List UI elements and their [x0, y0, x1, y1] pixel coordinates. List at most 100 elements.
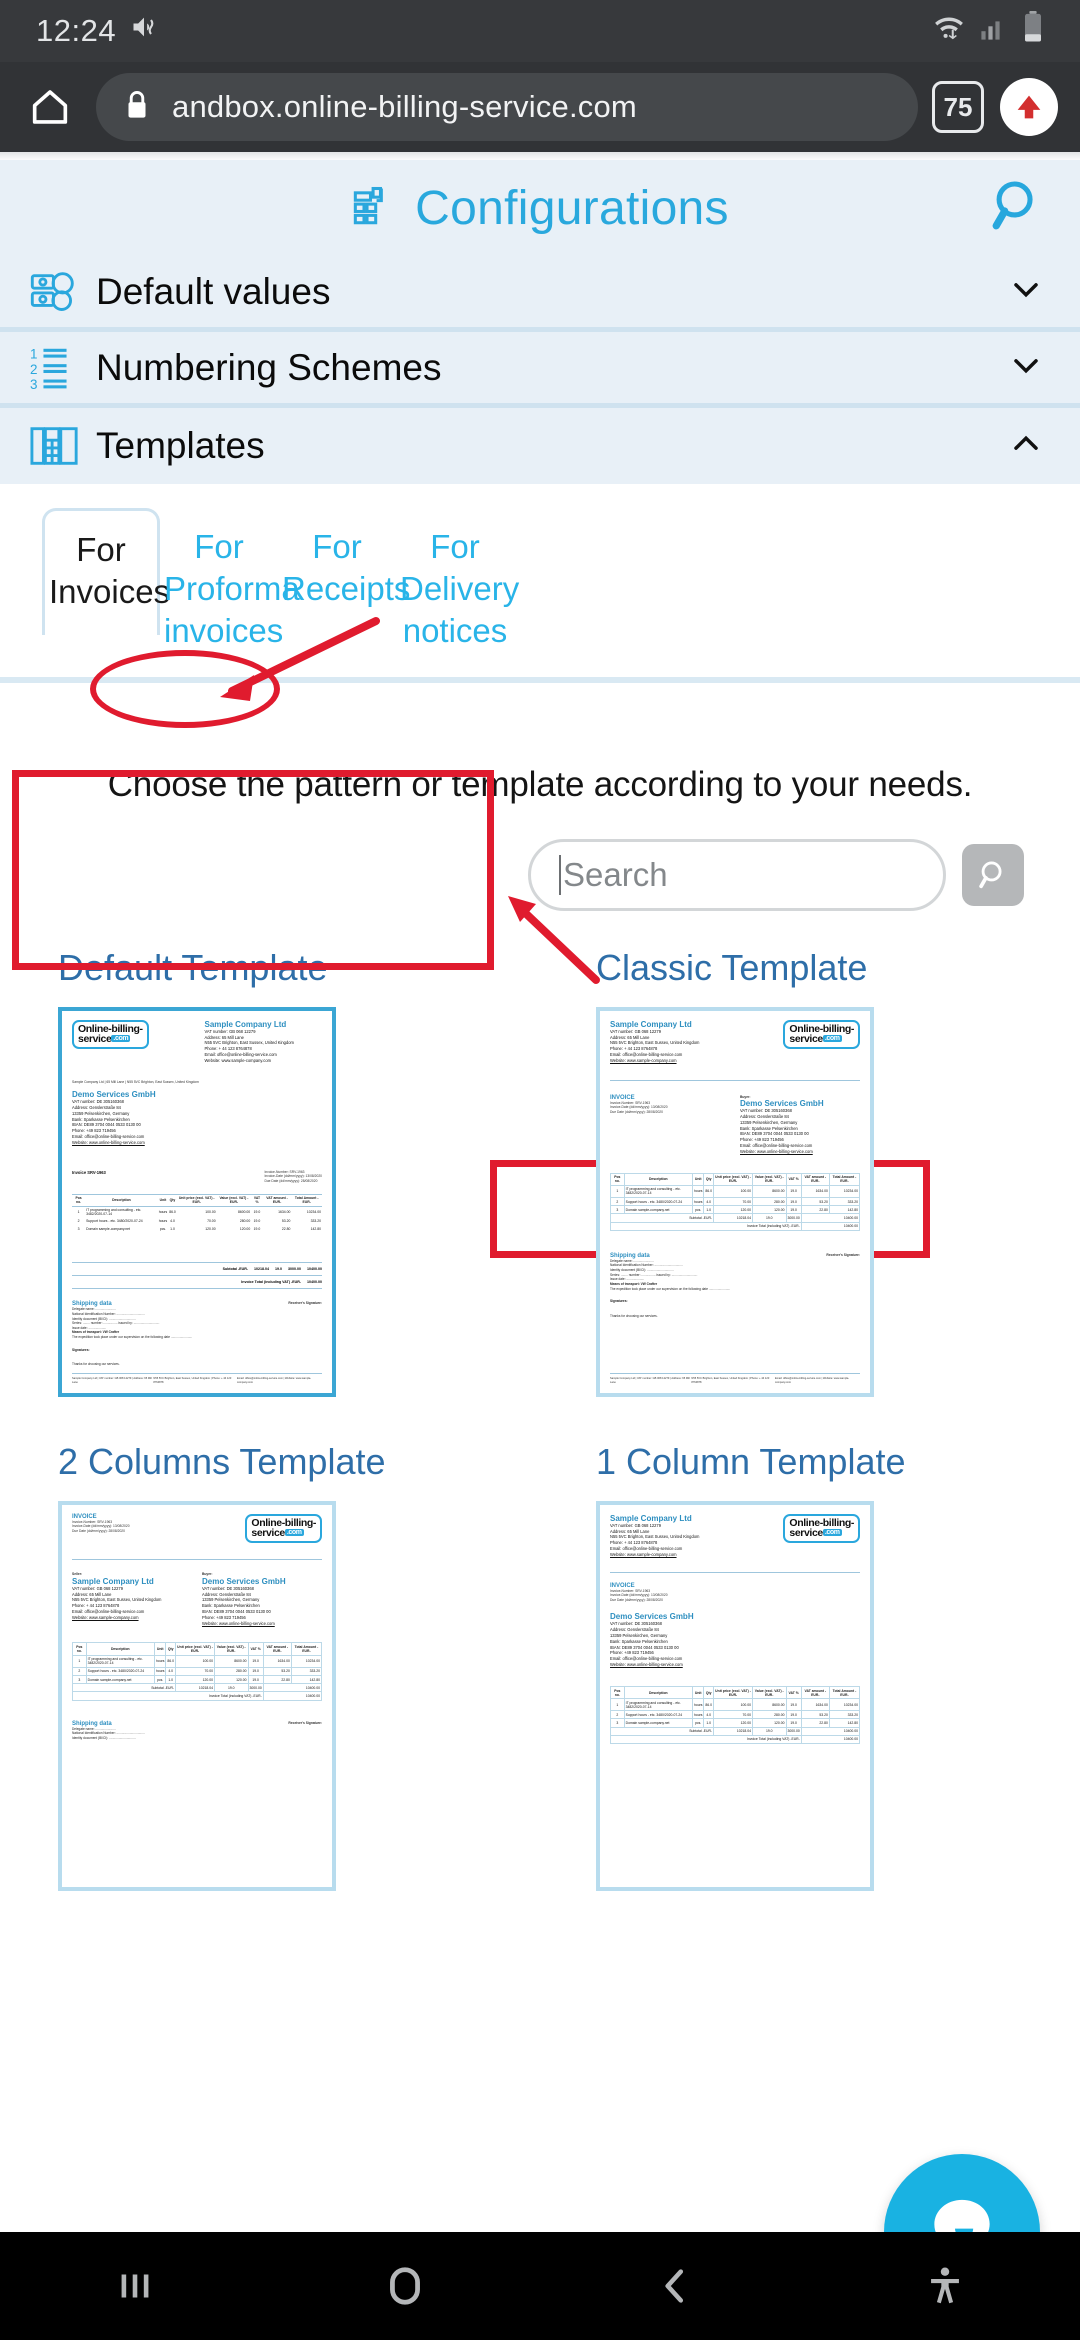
search-input[interactable]: Search — [528, 838, 946, 911]
template-thumbnail[interactable]: Online-billing- service .com Sample Compa… — [58, 1006, 336, 1397]
templates-grid-icon — [24, 422, 86, 470]
col-total: Total Amount -EUR- — [291, 1193, 322, 1207]
tab-counter-button[interactable]: 75 — [932, 81, 984, 133]
search-icon[interactable] — [988, 177, 1046, 240]
invoice-date: 13/08/2020 — [113, 1524, 130, 1529]
cell-vat: 19.0 — [247, 1654, 264, 1668]
col-description: Description — [85, 1642, 155, 1656]
subtotal-value: 10218.04 — [254, 1267, 269, 1272]
accessibility-button[interactable] — [810, 2264, 1080, 2308]
logo-dotcom: .com — [822, 1035, 842, 1043]
invoice-number: SRV-1963 — [635, 1588, 651, 1593]
subtotal-total: 10400.00 — [800, 1213, 861, 1223]
recents-button[interactable] — [0, 2263, 270, 2309]
chevron-down-icon[interactable] — [1006, 345, 1046, 390]
logo-word: service — [251, 1527, 285, 1540]
cell-vat: 19.0 — [785, 1197, 802, 1207]
tab-for-proforma-invoices[interactable]: For Proforma invoices — [160, 508, 300, 675]
sidebar-item-templates[interactable]: Templates — [0, 408, 1080, 484]
col-value: Value (excl. VAT) -EUR- — [752, 1172, 787, 1186]
cell-price: 120.00 — [713, 1205, 753, 1215]
table-row: 1 IT programming and consulting - etc. 3… — [72, 1206, 322, 1218]
buyer-website: Website: www.online-billing-service.com — [740, 1148, 813, 1154]
cell-vat-amt: 22.80 — [262, 1674, 292, 1685]
shipping-line: Identity document (BI/CI): .............… — [72, 1735, 136, 1740]
profile-upload-button[interactable] — [1000, 78, 1058, 136]
col-unit-price: Unit price (excl. VAT) -EUR- — [713, 1685, 753, 1700]
search-submit-button[interactable] — [962, 843, 1024, 906]
cell-price: 100.00 — [713, 1698, 753, 1712]
cell-value: 8600.00 — [214, 1654, 249, 1668]
subtotal-label: Subtotal -EUR- — [609, 1726, 715, 1736]
table-row: 2 Support hours - etc. 3480/2020-07-24 h… — [610, 1197, 861, 1207]
seller-name: Sample Company Ltd — [610, 1513, 692, 1523]
footer-left: Sample Company Ltd | VAT number: GB 068 … — [610, 1377, 690, 1385]
cell-qty: 1.0 — [703, 1718, 715, 1728]
template-title: 1 Column Template — [596, 1440, 906, 1482]
tabs-underline — [0, 676, 1080, 683]
tab-line-1: For — [76, 531, 126, 568]
col-unit: Unit — [157, 1193, 169, 1207]
col-value: Value (excl. VAT) -EUR- — [214, 1642, 249, 1656]
sidebar-item-numbering-schemes[interactable]: 1 2 3 Numbering Schemes — [0, 332, 1080, 408]
receiver-signature: Receiver's Signature: — [826, 1252, 860, 1257]
grand-total-value: 10400.00 — [800, 1221, 861, 1231]
buyer-website: Website: www.online-billing-service.com — [202, 1620, 275, 1626]
seller-website: Website: www.sample-company.com — [72, 1614, 139, 1620]
grand-total-row: Invoice Total (including VAT) -EUR- 1040… — [72, 1691, 323, 1701]
col-vat-amount: VAT amount -EUR- — [262, 1193, 292, 1207]
cell-price: 120.00 — [713, 1718, 753, 1728]
grand-total-row: Invoice Total (including VAT) -EUR- 1040… — [610, 1734, 861, 1745]
cell-vat: 19.0 — [785, 1184, 802, 1199]
cell-value: 280.00 — [214, 1666, 249, 1676]
invoice-date-label: Invoice-Date (dd/mm/yyyy): — [610, 1105, 651, 1110]
subtotal-row: Subtotal -EUR- 10218.04 19.0 3000.00 104… — [71, 1683, 323, 1693]
vibrate-icon — [130, 13, 158, 49]
invoice-number: SRV-1963 — [635, 1100, 651, 1105]
template-thumbnail[interactable]: Sample Company Ltd VAT number: GB 068 12… — [596, 1006, 874, 1397]
chevron-down-icon[interactable] — [1006, 269, 1046, 314]
cell-price: 100.00 — [175, 1654, 215, 1668]
template-card[interactable]: 2 Columns Template INVOICE Invoice-Numbe… — [0, 1397, 540, 1891]
template-thumbnail[interactable]: INVOICE Invoice-Number: SRV-1963 Invoice… — [58, 1500, 336, 1891]
tab-for-delivery-notices[interactable]: For Delivery notices — [396, 508, 519, 675]
cell-qty: 4.0 — [170, 1219, 175, 1224]
chevron-up-icon[interactable] — [1006, 424, 1046, 469]
subtotal-vat: 19.0 — [275, 1267, 282, 1272]
template-thumbnail[interactable]: Sample Company Ltd VAT number: GB 068 12… — [596, 1500, 874, 1891]
back-button[interactable] — [540, 2263, 810, 2309]
cell-qty: 4.0 — [165, 1666, 177, 1676]
col-unit: Unit — [153, 1642, 167, 1656]
buyer-name: Demo Services GmbH — [610, 1612, 694, 1622]
sidebar-item-default-values[interactable]: Default values — [0, 256, 1080, 332]
cell-pos: 1 — [610, 1698, 625, 1712]
cell-total: 10234.00 — [290, 1654, 323, 1668]
mini-invoice: Online-billing- service .com Sample Compa… — [62, 1011, 332, 1393]
cell-value: 280.00 — [752, 1710, 787, 1720]
template-card[interactable]: 1 Column Template Sample Company Ltd VAT… — [540, 1397, 1080, 1891]
tab-for-invoices[interactable]: For Invoices — [42, 508, 170, 636]
home-button[interactable] — [18, 75, 82, 139]
due-date: 28/08/2020 — [646, 1597, 663, 1602]
cell-unit: hours — [158, 1219, 168, 1224]
tab-for-receipts[interactable]: For Receipts — [278, 508, 410, 632]
subtotal-value: 10218.04 — [713, 1213, 753, 1223]
cell-description: Domain sample-company.net — [623, 1718, 693, 1728]
grand-total-value: 10400.00 — [262, 1691, 323, 1701]
template-card[interactable]: Default Template Online-billing- service… — [0, 947, 540, 1397]
home-button[interactable] — [270, 2260, 540, 2312]
status-bar: 12:24 — [0, 0, 1080, 62]
col-value: Value (excl. VAT) -EUR- — [752, 1685, 787, 1700]
footer-mid: N55 5VC Brighton, East Sussex, United Ki… — [691, 1377, 770, 1385]
cell-price: 70.00 — [207, 1219, 216, 1224]
cell-value: 8600.00 — [237, 1210, 251, 1215]
url-bar[interactable]: andbox.online-billing-service.com — [96, 73, 918, 141]
seller-name: Sample Company Ltd — [610, 1019, 692, 1029]
due-date-label: Due Date (dd/mm/yyyy): — [610, 1597, 646, 1602]
template-card[interactable]: Classic Template Sample Company Ltd VAT … — [540, 947, 1080, 1397]
cell-vat-amt: 1634.00 — [800, 1698, 830, 1712]
cell-unit: pcs. — [691, 1205, 705, 1215]
cell-description: Support hours - etc. 3480/2020-07-24 — [623, 1197, 693, 1207]
lock-icon — [122, 88, 152, 127]
cell-unit: pcs. — [159, 1226, 167, 1231]
